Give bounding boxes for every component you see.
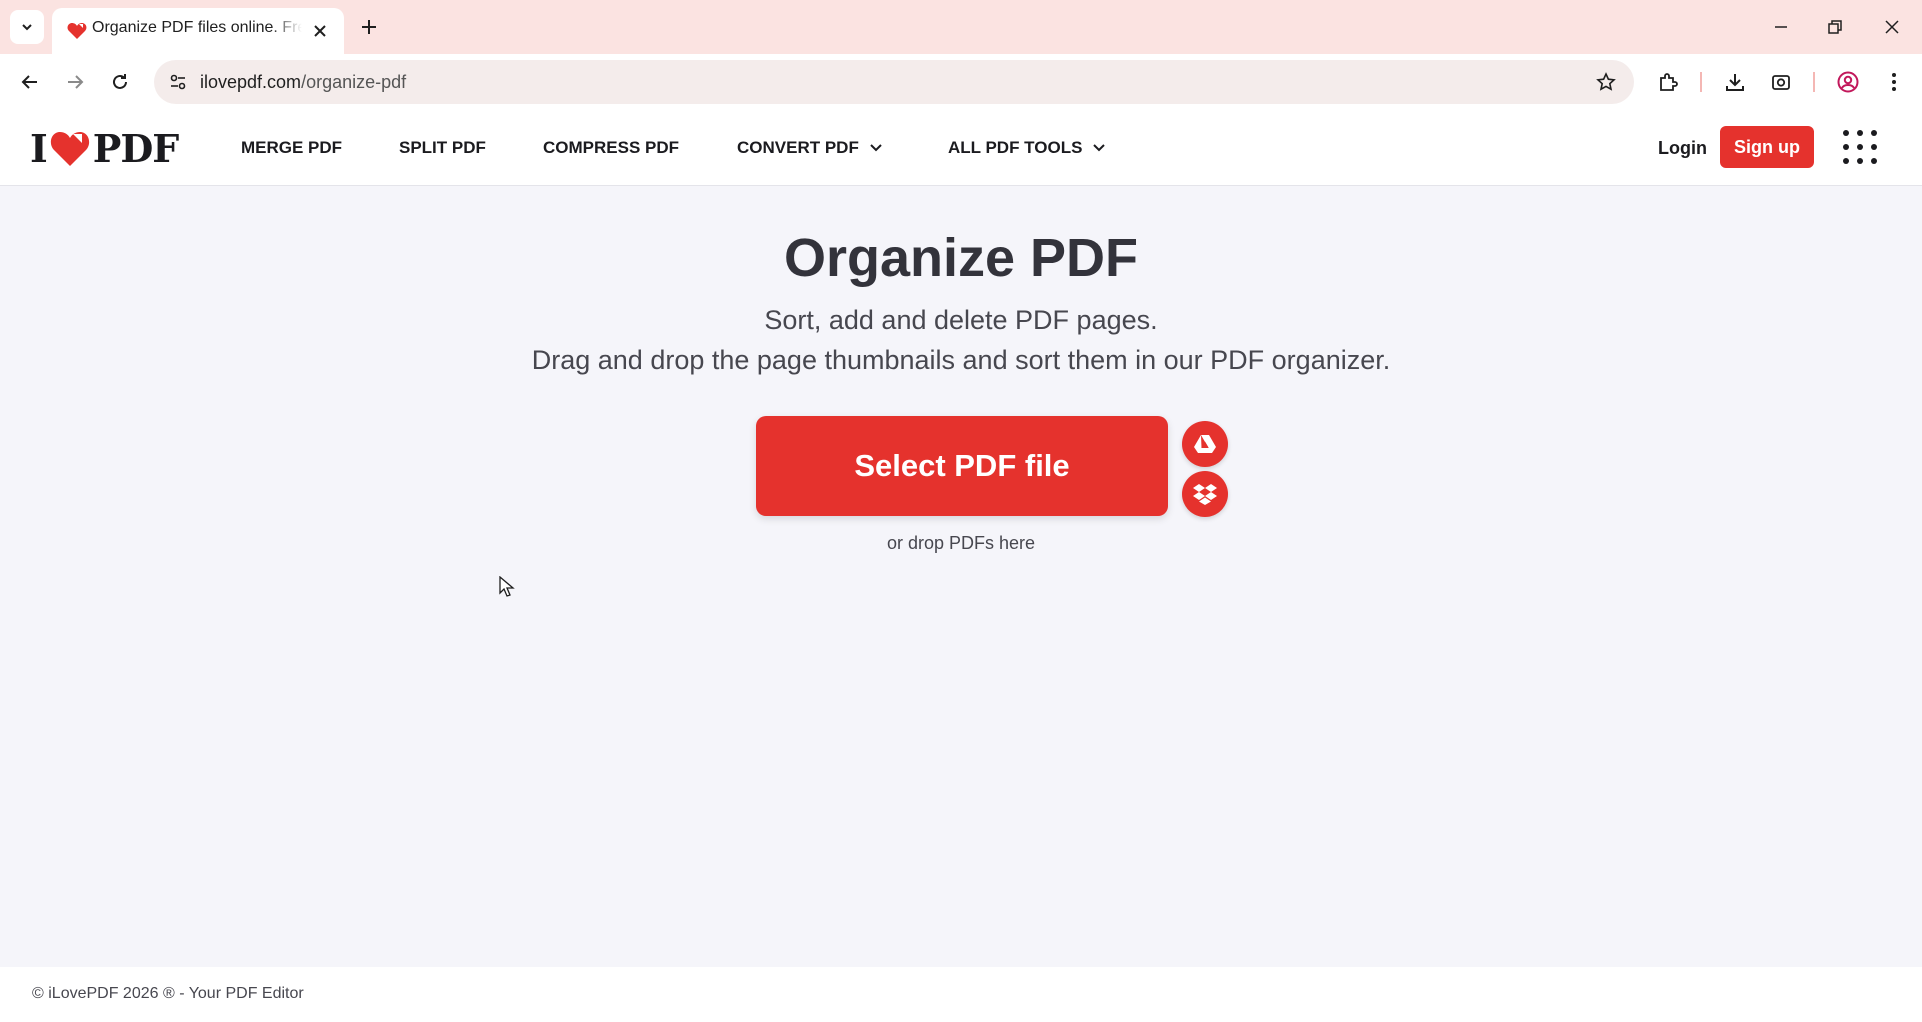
- arrow-left-icon: [21, 75, 37, 89]
- toolbar-separator: [1700, 72, 1702, 92]
- grid-dot: [1871, 130, 1877, 136]
- select-pdf-file-button[interactable]: Select PDF file: [756, 416, 1168, 516]
- plus-icon: [362, 20, 376, 34]
- chevron-down-icon: [1093, 144, 1106, 152]
- forward-button[interactable]: [59, 66, 91, 98]
- drop-hint: or drop PDFs here: [886, 533, 1036, 553]
- nav-label: ALL PDF TOOLS: [948, 138, 1083, 157]
- site-info-icon[interactable]: [166, 70, 190, 94]
- logo-text-pdf: PDF: [92, 125, 180, 171]
- grid-dot: [1857, 144, 1863, 150]
- page-subtitle: Sort, add and delete PDF pages.: [764, 305, 1158, 335]
- extensions-button[interactable]: [1652, 66, 1684, 98]
- grid-dot: [1857, 158, 1863, 164]
- dropbox-button[interactable]: [1182, 471, 1228, 517]
- dropbox-icon: [1193, 484, 1217, 505]
- minimize-button[interactable]: [1766, 12, 1796, 42]
- tab-title: Organize PDF files online. Free service: [92, 19, 302, 36]
- nav-label: CONVERT PDF: [737, 138, 859, 157]
- grid-dot: [1843, 144, 1849, 150]
- camera-icon: [1772, 75, 1790, 90]
- restore-icon: [1828, 20, 1842, 34]
- chevron-down-icon: [870, 144, 882, 152]
- more-vertical-icon: [1892, 73, 1896, 91]
- footer-copyright: © iLovePDF 2026 ® - Your PDF Editor: [32, 985, 304, 1002]
- grid-dot: [1857, 130, 1863, 136]
- google-drive-icon: [1194, 435, 1216, 453]
- reload-button[interactable]: [104, 66, 136, 98]
- tab-close-button[interactable]: [310, 21, 330, 41]
- browser-tabstrip: Organize PDF files online. Free service: [0, 0, 1922, 54]
- profile-button[interactable]: [1832, 66, 1864, 98]
- minimize-icon: [1775, 26, 1787, 28]
- address-bar[interactable]: ilovepdf.com/organize-pdf: [154, 60, 1634, 104]
- nav-all-pdf-tools[interactable]: ALL PDF TOOLS: [948, 138, 1106, 158]
- signup-button[interactable]: Sign up: [1720, 126, 1814, 168]
- nav-label: SPLIT PDF: [399, 138, 486, 157]
- reload-icon: [113, 74, 127, 89]
- downloads-button[interactable]: [1719, 66, 1751, 98]
- nav-label: COMPRESS PDF: [543, 138, 680, 157]
- url-path: /organize-pdf: [301, 72, 407, 92]
- grid-dot: [1871, 144, 1877, 150]
- site-footer: © iLovePDF 2026 ® - Your PDF Editor: [0, 967, 1922, 1022]
- close-icon: [314, 25, 326, 37]
- mouse-cursor-icon: [499, 576, 515, 597]
- nav-merge-pdf[interactable]: MERGE PDF: [241, 138, 342, 158]
- nav-split-pdf[interactable]: SPLIT PDF: [399, 138, 486, 158]
- nav-label: MERGE PDF: [241, 138, 343, 157]
- ilovepdf-logo[interactable]: I PDF: [30, 125, 180, 171]
- page-description: Drag and drop the page thumbnails and so…: [531, 345, 1391, 375]
- restore-button[interactable]: [1820, 12, 1850, 42]
- browser-menu-button[interactable]: [1878, 66, 1910, 98]
- url-text: ilovepdf.com/organize-pdf: [200, 72, 406, 93]
- site-header: I PDF MERGE PDF SPLIT PDF COMPRESS PDF C…: [0, 110, 1922, 186]
- main-content: Organize PDF Sort, add and delete PDF pa…: [0, 187, 1922, 967]
- nav-convert-pdf[interactable]: CONVERT PDF: [737, 138, 883, 158]
- back-button[interactable]: [14, 66, 46, 98]
- new-tab-button[interactable]: [356, 14, 382, 40]
- puzzle-icon: [1660, 73, 1678, 91]
- browser-tab-active[interactable]: Organize PDF files online. Free service: [52, 8, 344, 54]
- chevron-down-icon: [22, 24, 32, 31]
- bookmark-star-icon[interactable]: [1594, 70, 1618, 94]
- close-icon: [1885, 20, 1899, 34]
- arrow-right-icon: [68, 75, 84, 89]
- screenshot-button[interactable]: [1765, 66, 1797, 98]
- google-drive-button[interactable]: [1182, 421, 1228, 467]
- logo-text-i: I: [30, 125, 48, 171]
- browser-toolbar: ilovepdf.com/organize-pdf: [0, 54, 1922, 110]
- grid-dot: [1871, 158, 1877, 164]
- url-domain: ilovepdf.com: [200, 72, 302, 92]
- grid-dot: [1843, 158, 1849, 164]
- ilovepdf-favicon-icon: [67, 23, 87, 39]
- login-link[interactable]: Login: [1658, 138, 1707, 159]
- toolbar-separator: [1813, 72, 1815, 92]
- grid-dot: [1843, 130, 1849, 136]
- apps-grid-button[interactable]: [1843, 130, 1879, 166]
- page-title: Organize PDF: [783, 228, 1139, 288]
- tab-search-button[interactable]: [10, 10, 44, 44]
- profile-icon: [1837, 71, 1859, 93]
- download-icon: [1726, 74, 1744, 91]
- heart-logo-icon: [50, 132, 89, 166]
- nav-compress-pdf[interactable]: COMPRESS PDF: [543, 138, 679, 158]
- close-window-button[interactable]: [1877, 12, 1907, 42]
